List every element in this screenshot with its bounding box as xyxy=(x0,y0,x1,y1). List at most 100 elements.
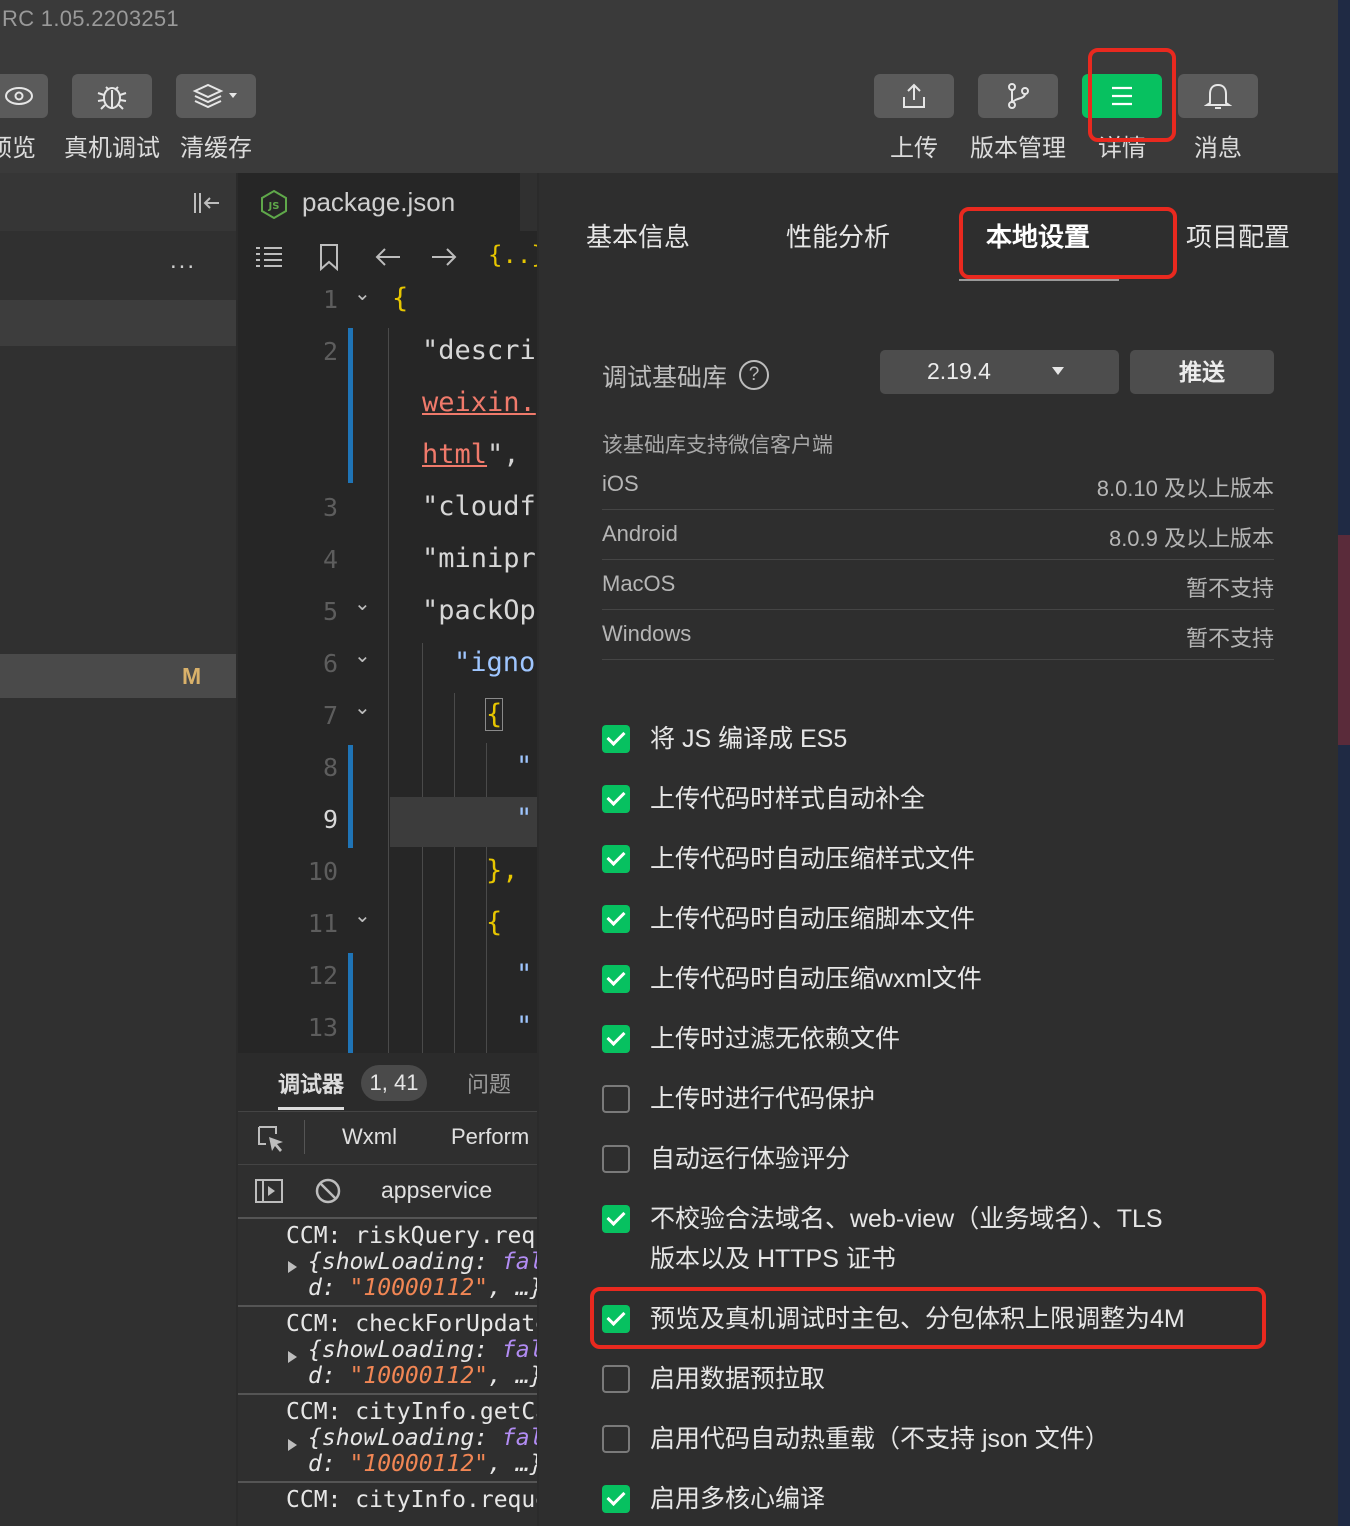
preview-button[interactable] xyxy=(0,74,48,118)
platform-name: MacOS xyxy=(602,571,676,596)
console-entry-head: CCM: checkForUpdate xyxy=(286,1311,537,1337)
tab-performance[interactable]: Perform xyxy=(451,1124,529,1150)
clear-console-icon[interactable] xyxy=(314,1177,342,1205)
git-change-bar xyxy=(348,745,353,848)
outline-icon[interactable] xyxy=(254,245,284,269)
messages-button[interactable] xyxy=(1178,74,1258,118)
caret-down-icon xyxy=(1052,367,1064,375)
version-mgmt-button[interactable] xyxy=(978,74,1058,118)
devtools-tabbar: Wxml Perform xyxy=(238,1111,537,1165)
line-number: 6 xyxy=(322,649,338,678)
remote-debug-button[interactable] xyxy=(72,74,152,118)
forward-arrow-icon[interactable] xyxy=(430,245,458,269)
upload-label: 上传 xyxy=(890,135,938,162)
code-line: "descri xyxy=(422,335,536,366)
tab-project-config[interactable]: 项目配置 xyxy=(1186,217,1290,254)
option-label: 上传代码时自动压缩脚本文件 xyxy=(650,905,976,933)
version-mgmt-label: 版本管理 xyxy=(970,135,1066,162)
more-actions-icon[interactable]: ... xyxy=(170,247,196,275)
checkbox-checked[interactable] xyxy=(602,1025,630,1053)
checkbox-checked[interactable] xyxy=(602,785,630,813)
option-label: 自动运行体验评分 xyxy=(650,1145,851,1173)
debug-lib-select[interactable]: 2.19.4 xyxy=(880,350,1119,394)
sidebar-toggle-icon[interactable] xyxy=(254,1177,284,1205)
checkbox-unchecked[interactable] xyxy=(602,1365,630,1393)
code-editor[interactable]: JS package.json {..} 1 ⌄ { 2 "descri wei… xyxy=(238,173,537,1053)
bell-icon xyxy=(1204,83,1232,109)
divider xyxy=(304,1120,305,1154)
console-entry[interactable]: CCM: riskQuery.requ {showLoading: fal d:… xyxy=(238,1217,537,1305)
editor-file-tab[interactable]: JS package.json xyxy=(238,173,520,231)
platform-name: iOS xyxy=(602,471,639,496)
inspect-element-icon[interactable] xyxy=(256,1124,286,1154)
console-entry[interactable]: CCM: checkForUpdate {showLoading: fal d:… xyxy=(238,1305,537,1393)
checkbox-unchecked[interactable] xyxy=(602,1425,630,1453)
tab-wxml[interactable]: Wxml xyxy=(342,1124,397,1150)
line-number: 1 xyxy=(322,285,338,314)
checkbox-checked[interactable] xyxy=(602,905,630,933)
option-label: 上传时进行代码保护 xyxy=(650,1085,876,1113)
context-selector[interactable]: appservice xyxy=(381,1177,492,1204)
tab-debugger[interactable]: 调试器 xyxy=(278,1067,344,1099)
upload-button[interactable] xyxy=(874,74,954,118)
tab-performance-analysis[interactable]: 性能分析 xyxy=(786,217,890,254)
platform-version: 8.0.9 及以上版本 xyxy=(1108,526,1274,551)
layers-icon xyxy=(192,83,237,109)
checkbox-unchecked[interactable] xyxy=(602,1145,630,1173)
option-label: 上传时过滤无依赖文件 xyxy=(650,1025,901,1053)
file-tree-row-selected[interactable]: M xyxy=(0,654,236,698)
expand-arrow-icon[interactable] xyxy=(288,1439,297,1451)
tab-basic-info[interactable]: 基本信息 xyxy=(586,217,690,254)
console-entry[interactable]: CCM: cityInfo.getCa {showLoading: fal d:… xyxy=(238,1393,537,1481)
console-entry-obj: d: "10000112", …} xyxy=(308,1451,537,1477)
line-number: 5 xyxy=(322,597,338,626)
checkbox-checked[interactable] xyxy=(602,1485,630,1513)
error-count-badge: 1, 41 xyxy=(361,1065,427,1101)
fold-chevron-icon[interactable]: ⌄ xyxy=(354,903,371,928)
file-tree-row[interactable] xyxy=(0,300,236,346)
back-arrow-icon[interactable] xyxy=(374,245,402,269)
option-label-line2: 版本以及 HTTPS 证书 xyxy=(650,1245,896,1273)
selected-tab-underline xyxy=(959,279,1119,281)
branch-icon xyxy=(1008,83,1029,109)
checkbox-checked[interactable] xyxy=(602,965,630,993)
fold-chevron-icon[interactable]: ⌄ xyxy=(354,643,371,668)
fold-chevron-icon[interactable]: ⌄ xyxy=(354,591,371,616)
tab-issues[interactable]: 问题 xyxy=(467,1067,511,1099)
option-label: 启用数据预拉取 xyxy=(650,1365,826,1393)
expand-arrow-icon[interactable] xyxy=(288,1261,297,1273)
package-limit-highlight-box xyxy=(590,1287,1266,1349)
checkbox-checked[interactable] xyxy=(602,725,630,753)
option-label: 上传代码时样式自动补全 xyxy=(650,785,926,813)
code-line: ". xyxy=(516,959,537,990)
git-change-bar xyxy=(348,328,353,483)
upload-icon xyxy=(903,83,925,108)
checkbox-checked[interactable] xyxy=(602,1205,630,1233)
top-toolbar: RC 1.05.2203251 预览 真机调试 清缓存 上传 xyxy=(0,0,1338,173)
checkbox-checked[interactable] xyxy=(602,845,630,873)
platform-name: Windows xyxy=(602,621,692,646)
expand-arrow-icon[interactable] xyxy=(288,1351,297,1363)
file-tree-header xyxy=(0,173,236,231)
bookmark-icon[interactable] xyxy=(318,243,340,271)
details-panel: 基本信息 性能分析 本地设置 项目配置 调试基础库 ? 2.19.4 推送 该基… xyxy=(539,173,1338,1526)
line-number: 4 xyxy=(322,545,338,574)
window-edge-background xyxy=(1338,0,1350,1526)
console-entry[interactable]: CCM: cityInfo.reque xyxy=(238,1481,537,1526)
json-format-icon[interactable]: {..} xyxy=(488,241,537,269)
console-toolbar: appservice xyxy=(238,1165,537,1218)
collapse-panel-icon[interactable] xyxy=(192,191,222,215)
debug-lib-value: 2.19.4 xyxy=(927,358,991,384)
code-line: "minipr xyxy=(422,543,536,574)
fold-chevron-icon[interactable]: ⌄ xyxy=(354,281,371,306)
tab-underline xyxy=(278,1107,344,1110)
help-icon[interactable]: ? xyxy=(739,360,769,390)
code-line: "packOp xyxy=(422,595,536,626)
platform-version: 暂不支持 xyxy=(1185,576,1274,601)
fold-chevron-icon[interactable]: ⌄ xyxy=(354,695,371,720)
platform-row: Android 8.0.9 及以上版本 xyxy=(602,509,1274,560)
app-version: RC 1.05.2203251 xyxy=(2,6,179,31)
push-button[interactable]: 推送 xyxy=(1130,350,1274,394)
clear-cache-button[interactable] xyxy=(176,74,256,118)
checkbox-unchecked[interactable] xyxy=(602,1085,630,1113)
